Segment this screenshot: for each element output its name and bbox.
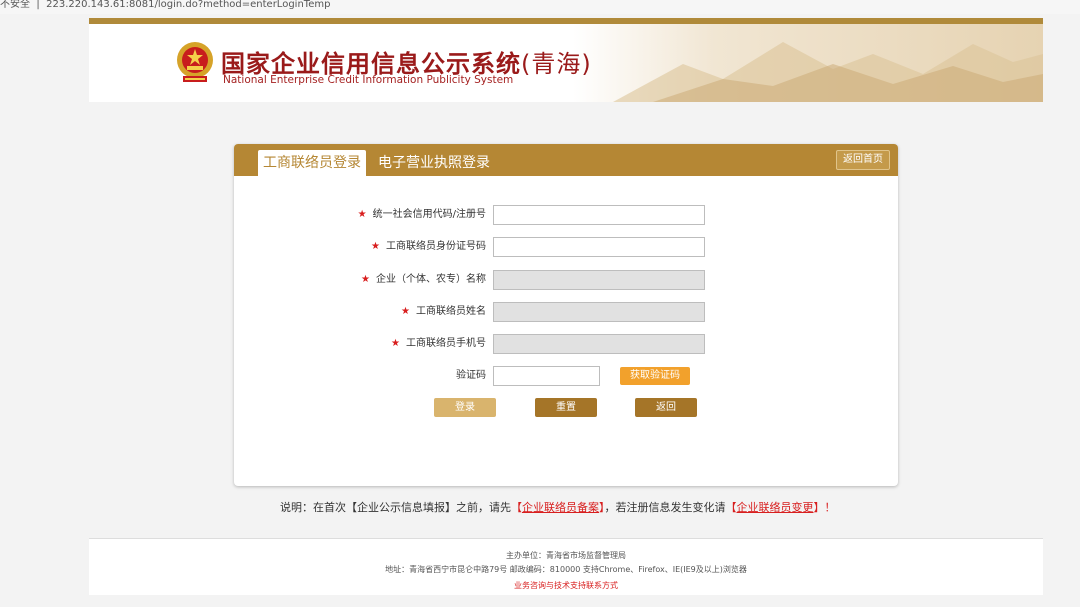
required-star-icon: ★	[371, 241, 380, 252]
row-liaison-phone: ★ 工商联络员手机号	[234, 334, 898, 354]
footer-support-link[interactable]: 业务咨询与技术支持联系方式	[89, 580, 1043, 591]
note-prefix: 说明：在首次【企业公示信息填报】之前，请先	[280, 501, 511, 514]
liaison-name-input	[493, 302, 705, 322]
credit-code-label: ★ 统一社会信用代码/注册号	[357, 209, 486, 220]
note-bracket-close-2: 】	[813, 501, 825, 514]
browser-address-bar[interactable]: 不安全 | 223.220.143.61:8081/login.do?metho…	[0, 0, 1080, 14]
url-text[interactable]: 223.220.143.61:8081/login.do?method=ente…	[46, 0, 330, 10]
row-credit-code: ★ 统一社会信用代码/注册号	[234, 205, 898, 225]
liaison-register-link[interactable]: 企业联络员备案	[522, 501, 599, 514]
tab-liaison-login[interactable]: 工商联络员登录	[258, 150, 366, 176]
security-indicator[interactable]: 不安全	[0, 0, 30, 10]
province-label: (青海)	[521, 50, 592, 78]
back-home-button[interactable]: 返回首页	[836, 150, 890, 170]
url-separator: |	[33, 0, 43, 10]
footer-sponsor: 主办单位：青海省市场监督管理局	[506, 551, 626, 560]
back-button[interactable]: 返回	[635, 398, 697, 417]
tab-e-license-login[interactable]: 电子营业执照登录	[378, 150, 490, 176]
captcha-label: 验证码	[456, 370, 486, 381]
footer-address: 地址：青海省西宁市昆仑中路79号 邮政编码：810000 支持Chrome、Fi…	[385, 565, 747, 574]
site-subtitle-en: National Enterprise Credit Information P…	[223, 74, 514, 86]
required-star-icon: ★	[357, 209, 367, 220]
liaison-name-label: ★ 工商联络员姓名	[401, 306, 486, 317]
national-emblem-logo	[177, 42, 213, 82]
liaison-change-link[interactable]: 企业联络员变更	[737, 501, 814, 514]
note-bracket-open: 【	[511, 501, 522, 514]
login-tabs-bar: 工商联络员登录 电子营业执照登录 返回首页	[234, 144, 898, 176]
reset-button[interactable]: 重置	[535, 398, 597, 417]
note-middle: ，若注册信息发生变化请	[604, 501, 726, 514]
login-button[interactable]: 登录	[434, 398, 496, 417]
site-header: 国家企业信用信息公示系统(青海) National Enterprise Cre…	[89, 24, 1043, 102]
required-star-icon: ★	[391, 338, 400, 349]
note-suffix: ！	[824, 501, 836, 514]
company-name-label: ★ 企业（个体、农专）名称	[361, 274, 486, 285]
id-card-input[interactable]	[493, 237, 705, 257]
mountain-background-image	[573, 24, 1043, 102]
row-company-name: ★ 企业（个体、农专）名称	[234, 270, 898, 290]
liaison-phone-input	[493, 334, 705, 354]
site-footer: 主办单位：青海省市场监督管理局 地址：青海省西宁市昆仑中路79号 邮政编码：81…	[89, 538, 1043, 595]
row-captcha: 验证码 获取验证码	[234, 366, 898, 386]
instruction-note: 说明：在首次【企业公示信息填报】之前，请先【企业联络员备案】，若注册信息发生变化…	[280, 499, 836, 515]
get-code-button[interactable]: 获取验证码	[620, 367, 690, 385]
login-panel: 工商联络员登录 电子营业执照登录 返回首页 ★ 统一社会信用代码/注册号 ★ 工商联…	[234, 144, 898, 486]
company-name-input	[493, 270, 705, 290]
note-bracket-open-2: 【	[725, 501, 737, 514]
id-card-label: ★ 工商联络员身份证号码	[371, 241, 486, 252]
row-liaison-name: ★ 工商联络员姓名	[234, 302, 898, 322]
required-star-icon: ★	[401, 306, 410, 317]
captcha-input[interactable]	[493, 366, 600, 386]
liaison-phone-label: ★ 工商联络员手机号	[391, 338, 486, 349]
row-id-card: ★ 工商联络员身份证号码	[234, 237, 898, 257]
required-star-icon: ★	[361, 274, 370, 285]
credit-code-input[interactable]	[493, 205, 705, 225]
